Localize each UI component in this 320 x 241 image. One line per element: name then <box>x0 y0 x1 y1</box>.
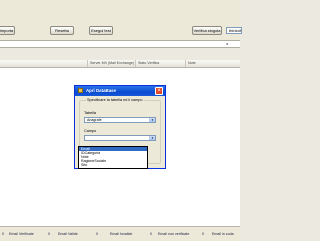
grid-header: Server MX (Mail Exchange) Stato Verifica… <box>0 60 240 68</box>
address-text: a <box>226 41 229 46</box>
status-count: 0 <box>48 232 50 236</box>
field-select[interactable]: ▼ <box>84 135 156 141</box>
field-label: Campo <box>84 129 97 133</box>
dropdown-item[interactable]: Sito <box>79 163 147 167</box>
reset-button[interactable]: Resetta <box>50 26 74 35</box>
column-header-status[interactable]: Stato Verifica <box>136 60 186 67</box>
column-header-notes[interactable]: Note <box>186 60 240 67</box>
table-label: Tabella <box>84 111 97 115</box>
dialog-titlebar[interactable]: Apri DataBase × <box>75 86 165 96</box>
status-bar: 0 Email Verificate 0 Email Valide 0 Emai… <box>0 226 240 241</box>
status-count: 0 <box>2 232 4 236</box>
column-header-mx[interactable]: Server MX (Mail Exchange) <box>88 60 136 67</box>
table-select[interactable]: Anagrafe ▼ <box>84 117 156 123</box>
table-select-value: Anagrafe <box>87 118 102 122</box>
status-count: 0 <box>202 232 204 236</box>
column-header-email[interactable] <box>0 60 88 67</box>
database-icon <box>78 88 83 93</box>
status-label: Email Invalide <box>110 232 133 236</box>
toolbar: Importa Resetta Esegui test Verifica sin… <box>0 0 242 43</box>
import-button[interactable]: Importa <box>0 26 15 35</box>
chevron-down-icon[interactable]: ▼ <box>149 118 155 122</box>
status-label: Email in coda <box>212 232 234 236</box>
group-label: Specificare la tabella ed il campo <box>86 98 144 103</box>
dialog-title: Apri DataBase <box>86 88 117 93</box>
email-input[interactable]: thinkcity Em <box>226 27 242 34</box>
close-icon[interactable]: × <box>155 87 163 95</box>
field-dropdown-list[interactable]: Email IDCategoria Note RagioneSociale Si… <box>78 146 148 169</box>
status-count: 0 <box>150 232 152 236</box>
run-test-button[interactable]: Esegui test <box>89 26 113 35</box>
status-label: Email Verificate <box>9 232 34 236</box>
single-verify-button[interactable]: Verifica singola <box>192 26 222 35</box>
status-count: 0 <box>96 232 98 236</box>
status-label: Email non verificate <box>158 232 190 236</box>
address-bar[interactable]: a <box>0 40 240 48</box>
status-label: Email Valide <box>58 232 78 236</box>
chevron-down-icon[interactable]: ▼ <box>149 136 155 140</box>
